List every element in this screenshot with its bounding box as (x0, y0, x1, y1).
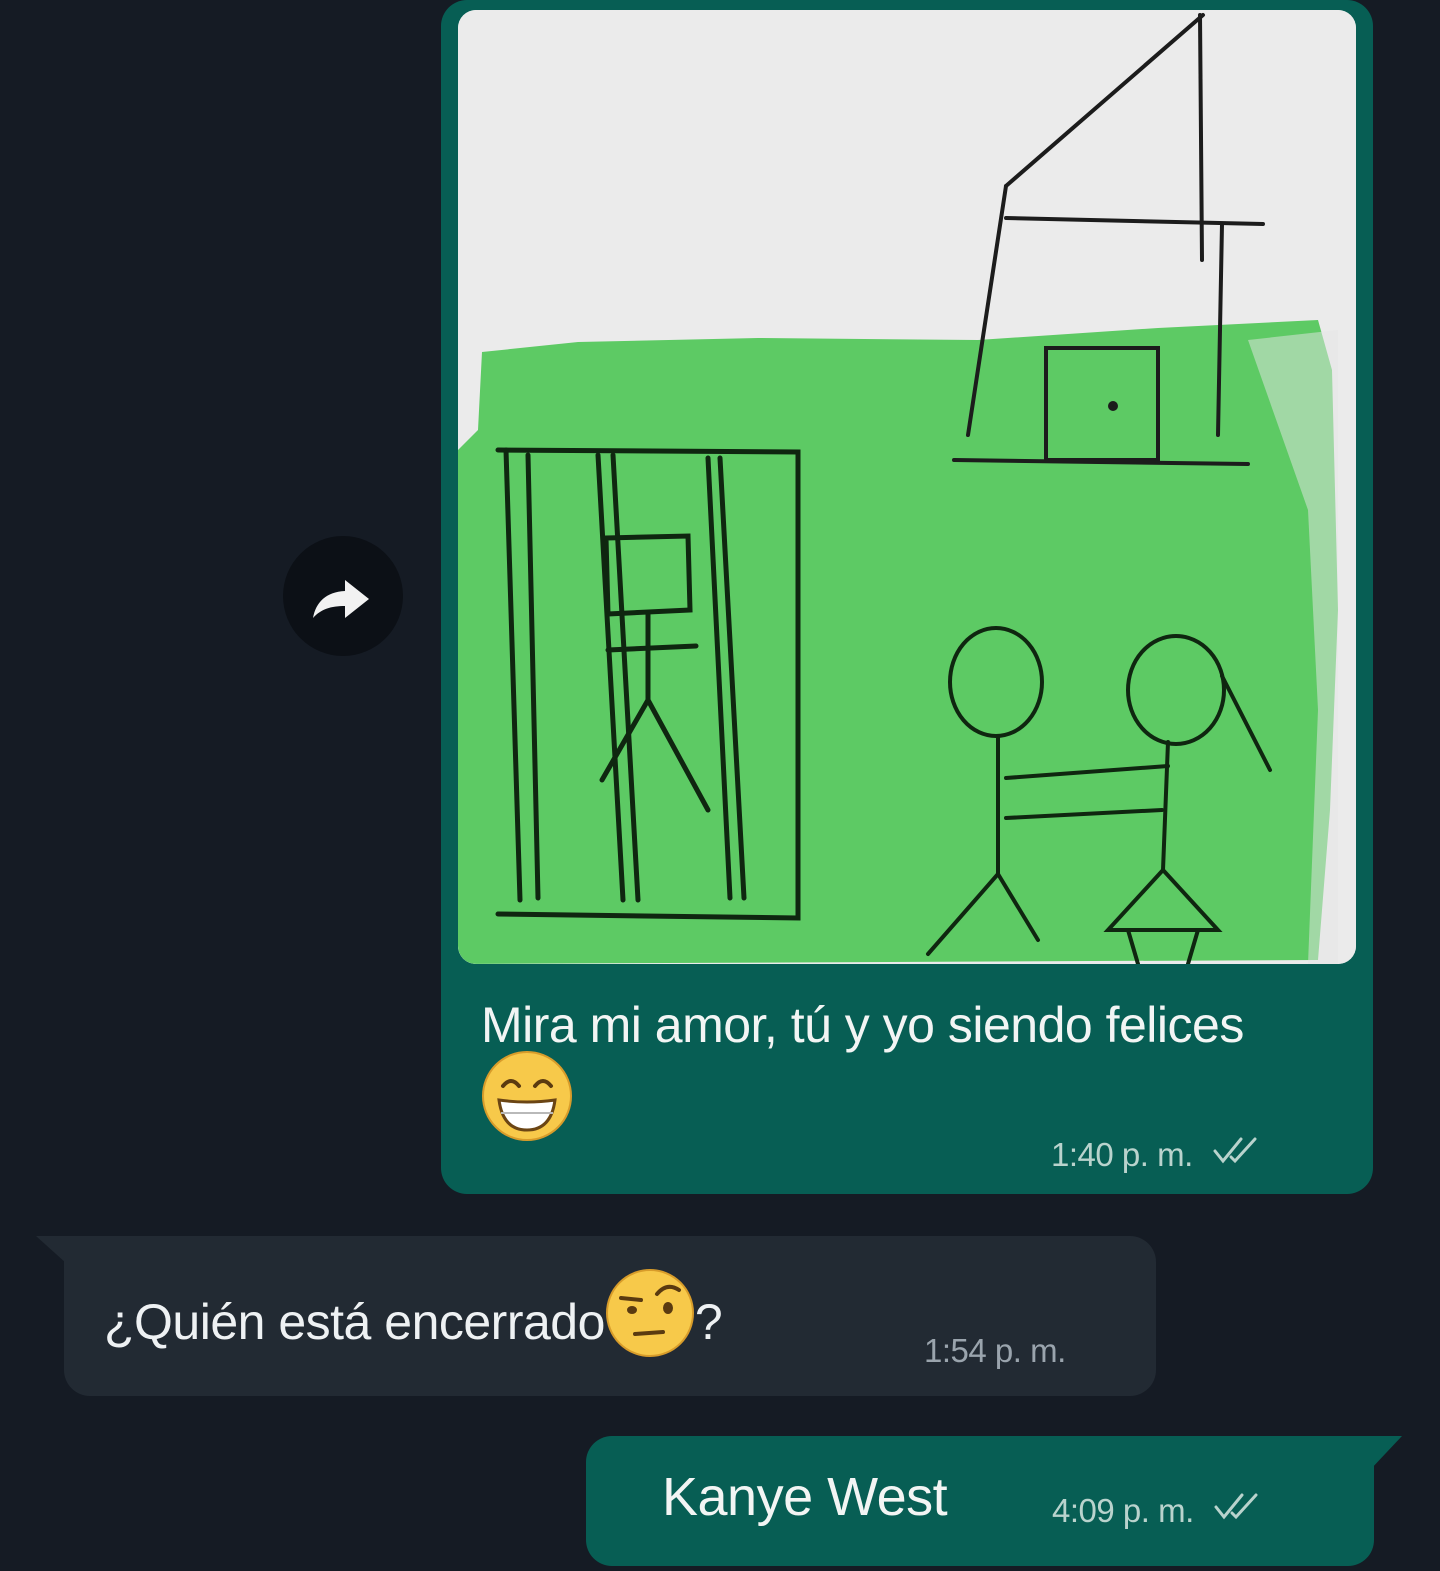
caption-text: Mira mi amor, tú y yo siendo felices (481, 997, 1244, 1053)
reply-meta: 4:09 p. m. (1052, 1492, 1264, 1530)
grinning-face-emoji (481, 1050, 573, 1160)
incoming-message-text: ¿Quién está encerrado ? (104, 1269, 723, 1370)
message-meta: 1:40 p. m. (1051, 1136, 1263, 1174)
incoming-text-main: ¿Quién está encerrado (104, 1294, 605, 1351)
incoming-text-suffix: ? (694, 1294, 723, 1351)
chat-area: Mira mi amor, tú y yo siendo felices 1:4… (0, 0, 1440, 1571)
outgoing-image-message[interactable]: Mira mi amor, tú y yo siendo felices 1:4… (441, 0, 1373, 1194)
outgoing-reply-message[interactable]: Kanye West 4:09 p. m. (586, 1436, 1374, 1566)
forward-button[interactable] (283, 536, 403, 656)
message-time: 1:40 p. m. (1051, 1136, 1193, 1173)
reply-text: Kanye West (662, 1467, 948, 1527)
forward-arrow-icon (313, 580, 369, 618)
double-check-icon (1212, 1491, 1264, 1529)
image-caption: Mira mi amor, tú y yo siendo felices (481, 990, 1321, 1160)
incoming-message-time: 1:54 p. m. (924, 1332, 1066, 1369)
outgoing-bubble-tail (1370, 1436, 1402, 1470)
image-attachment[interactable] (458, 10, 1356, 964)
face-with-raised-eyebrow-emoji (605, 1268, 695, 1370)
reply-time: 4:09 p. m. (1052, 1492, 1194, 1529)
double-check-icon (1211, 1135, 1263, 1173)
hand-drawing-image (458, 10, 1356, 964)
incoming-message[interactable]: ¿Quién está encerrado ? 1:54 p. m. (64, 1236, 1156, 1396)
